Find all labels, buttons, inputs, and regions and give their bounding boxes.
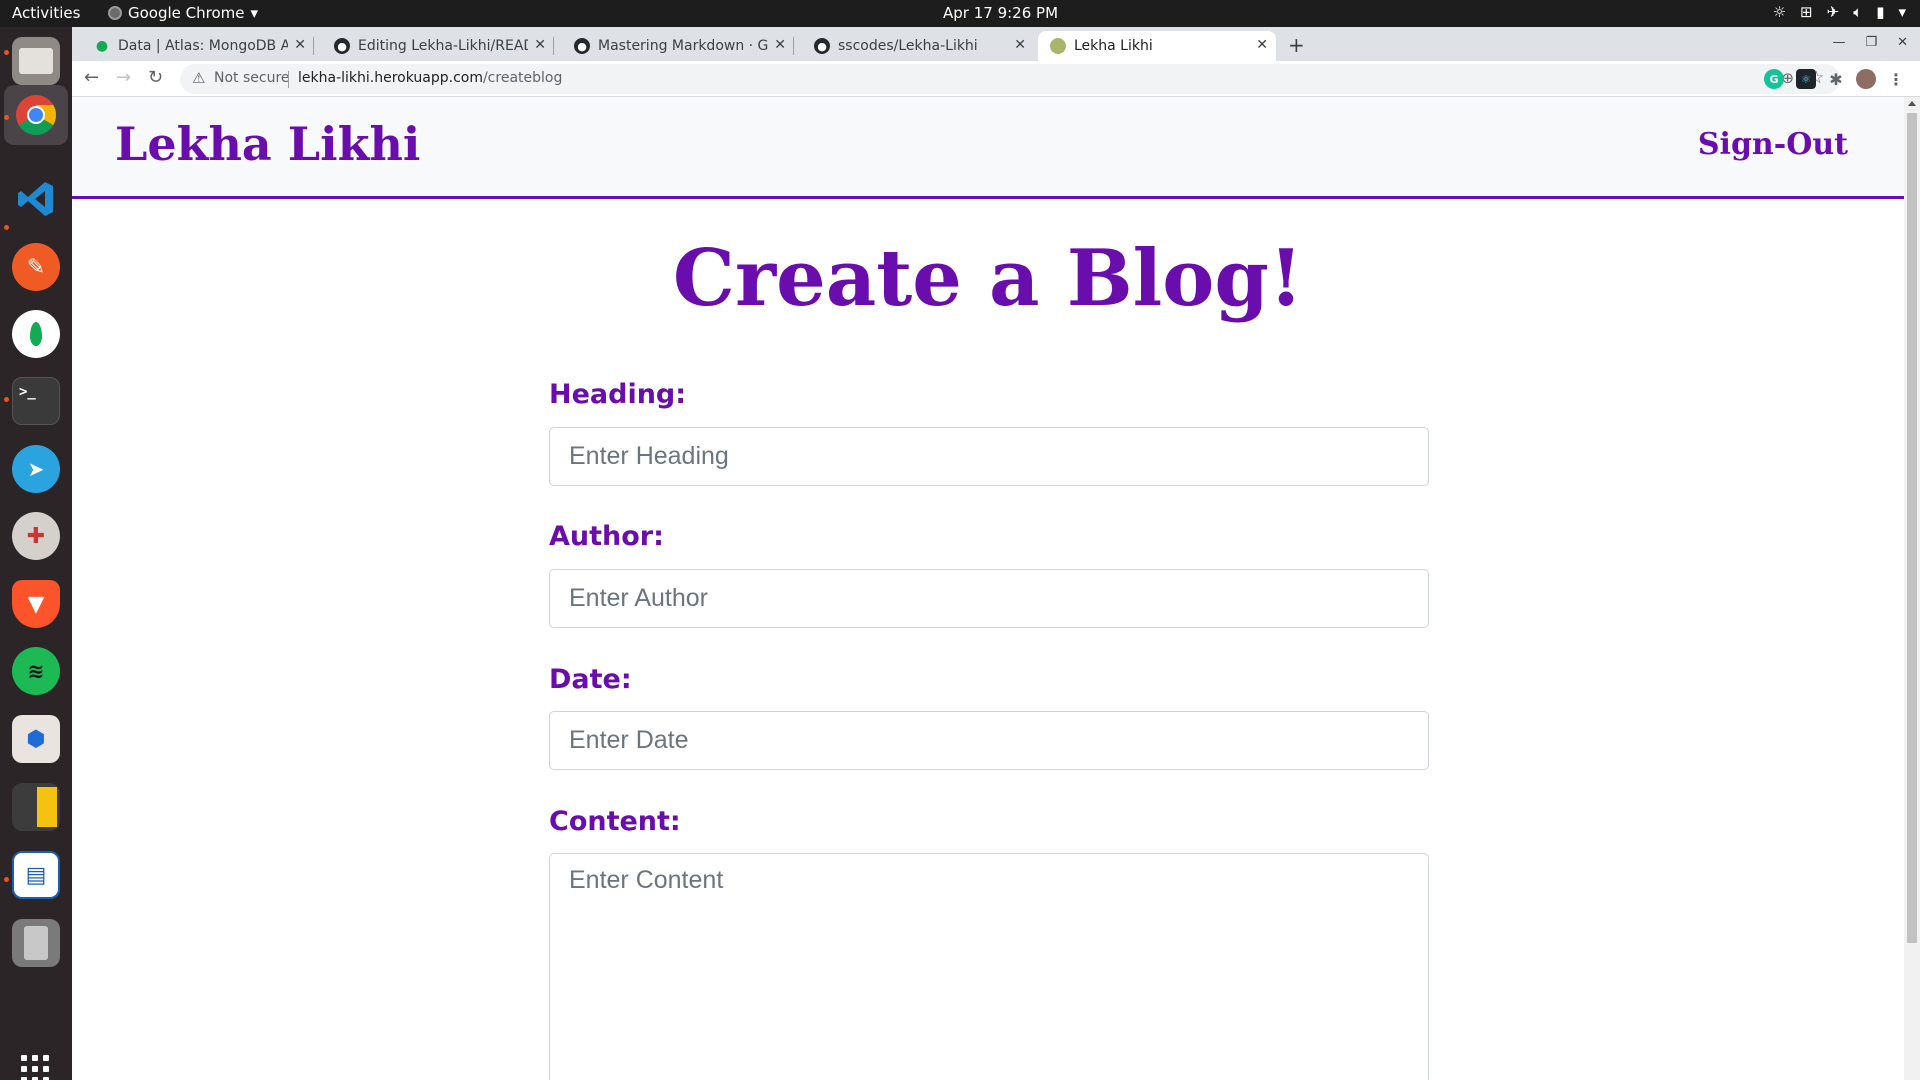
browser-toolbar: ← → ↻ ⚠ Not secure lekha-likhi.herokuapp… xyxy=(72,61,1920,97)
app-menu[interactable]: Google Chrome ▾ xyxy=(108,4,258,22)
date-input[interactable] xyxy=(549,711,1429,770)
close-tab-icon[interactable]: ✕ xyxy=(1256,37,1268,53)
site-brand[interactable]: Lekha Likhi xyxy=(115,117,420,171)
author-label: Author: xyxy=(549,521,664,552)
running-indicator xyxy=(4,225,9,230)
chevron-down-icon: ▾ xyxy=(250,4,259,22)
telegram-icon[interactable]: ➤ xyxy=(12,445,60,493)
close-tab-icon[interactable]: ✕ xyxy=(534,37,546,53)
react-devtools-icon[interactable]: ⚛ xyxy=(1796,69,1816,89)
address-bar[interactable]: ⚠ Not secure lekha-likhi.herokuapp.com/c… xyxy=(180,64,1840,94)
url-path: /createblog xyxy=(482,70,563,86)
chrome-small-icon xyxy=(108,6,122,20)
running-indicator xyxy=(4,115,9,120)
tab-mastering-markdown[interactable]: ● Mastering Markdown · GitHub Guides ✕ xyxy=(562,31,794,61)
close-tab-icon[interactable]: ✕ xyxy=(294,37,306,53)
network-icon: ⊞ xyxy=(1800,3,1813,21)
page-scrollbar[interactable] xyxy=(1904,97,1920,1080)
profile-avatar[interactable] xyxy=(1856,69,1876,89)
extensions-puzzle-icon[interactable]: ✱ xyxy=(1826,69,1846,89)
running-indicator xyxy=(4,877,9,882)
heading-input[interactable] xyxy=(549,427,1429,486)
tab-sscodes-repo[interactable]: ● sscodes/Lekha-Likhi ✕ xyxy=(802,31,1034,61)
reload-icon[interactable]: ↻ xyxy=(148,67,163,88)
battery-icon: ▮ xyxy=(1876,3,1885,21)
airplane-icon: ✈ xyxy=(1826,3,1840,21)
volume-icon: 🔈︎ xyxy=(1853,3,1863,21)
files-icon[interactable] xyxy=(12,37,60,85)
system-top-bar: Activities Google Chrome ▾ Apr 17 9:26 P… xyxy=(0,0,1920,27)
new-tab-button[interactable]: + xyxy=(1288,33,1305,57)
site-favicon-icon xyxy=(1050,38,1066,54)
author-input[interactable] xyxy=(549,569,1429,628)
sign-out-link[interactable]: Sign-Out xyxy=(1698,127,1848,162)
activities-button[interactable]: Activities xyxy=(12,4,80,22)
terminal-icon[interactable]: >_ xyxy=(12,377,60,425)
postman-icon[interactable]: ✎ xyxy=(12,243,60,291)
content-label: Content: xyxy=(549,806,681,837)
close-window-icon[interactable]: ✕ xyxy=(1897,35,1908,50)
chevron-down-icon: ▾ xyxy=(1898,3,1906,21)
clock[interactable]: Apr 17 9:26 PM xyxy=(943,4,1058,22)
minimize-icon[interactable]: — xyxy=(1832,35,1845,50)
system-tray[interactable]: ☼ ⊞ ✈ 🔈︎ ▮ ▾ xyxy=(1773,3,1906,21)
security-label[interactable]: Not secure xyxy=(214,70,290,86)
page-title: Create a Blog! xyxy=(672,233,1304,324)
trash-icon[interactable] xyxy=(12,919,60,967)
show-applications-icon[interactable] xyxy=(21,1055,49,1080)
omnibox-divider xyxy=(288,71,289,88)
tab-editing-readme[interactable]: ● Editing Lekha-Likhi/README.md ✕ xyxy=(322,31,554,61)
software-store-icon[interactable]: ⬢ xyxy=(12,715,60,763)
scrollbar-thumb[interactable] xyxy=(1907,113,1917,943)
calculator-icon[interactable] xyxy=(12,783,60,831)
forward-icon[interactable]: → xyxy=(116,67,131,88)
heading-label: Heading: xyxy=(549,379,687,410)
back-icon[interactable]: ← xyxy=(84,67,99,88)
github-icon: ● xyxy=(334,38,350,54)
url-host: lekha-likhi.herokuapp.com xyxy=(298,70,483,86)
content-textarea[interactable] xyxy=(549,853,1429,1080)
close-tab-icon[interactable]: ✕ xyxy=(774,37,786,53)
mongodb-leaf-icon: ● xyxy=(95,38,109,54)
github-icon: ● xyxy=(574,38,590,54)
page-viewport: Lekha Likhi Sign-Out Create a Blog! Head… xyxy=(72,97,1904,1080)
chrome-dock-slot[interactable] xyxy=(4,85,68,145)
dock: ✎ >_ ➤ ✚ ▼ ≋ ⬢ ▤ xyxy=(0,27,72,1080)
spotify-icon[interactable]: ≋ xyxy=(12,647,60,695)
running-indicator xyxy=(4,50,9,55)
browser-window: ● Data | Atlas: MongoDB Atlas ✕ ● Editin… xyxy=(72,27,1920,1080)
mongodb-compass-icon[interactable] xyxy=(12,310,60,358)
vscode-icon[interactable] xyxy=(12,175,60,223)
tab-lekha-likhi[interactable]: Lekha Likhi ✕ xyxy=(1038,31,1276,61)
close-tab-icon[interactable]: ✕ xyxy=(1014,37,1026,53)
restore-icon[interactable]: ❐ xyxy=(1865,35,1877,50)
scroll-up-icon[interactable] xyxy=(1908,101,1916,106)
app-menu-label: Google Chrome xyxy=(128,4,245,22)
writer-icon[interactable]: ▤ xyxy=(12,851,60,899)
github-icon: ● xyxy=(814,38,830,54)
warning-icon[interactable]: ⚠ xyxy=(192,69,205,87)
chrome-icon xyxy=(16,95,56,135)
chrome-menu-icon[interactable]: ⋮ xyxy=(1886,69,1906,89)
window-controls: — ❐ ✕ xyxy=(1832,35,1908,50)
disk-icon[interactable]: ✚ xyxy=(12,512,60,560)
date-label: Date: xyxy=(549,664,632,695)
running-indicator xyxy=(4,397,9,402)
brightness-icon: ☼ xyxy=(1772,3,1787,21)
tab-mongodb-atlas[interactable]: ● Data | Atlas: MongoDB Atlas ✕ xyxy=(82,31,314,61)
grammarly-icon[interactable]: G xyxy=(1764,69,1784,89)
url-text[interactable]: lekha-likhi.herokuapp.com/createblog xyxy=(298,70,562,86)
site-navbar: Lekha Likhi Sign-Out xyxy=(72,97,1904,199)
tab-strip: ● Data | Atlas: MongoDB Atlas ✕ ● Editin… xyxy=(72,27,1920,61)
brave-icon[interactable]: ▼ xyxy=(12,580,60,628)
